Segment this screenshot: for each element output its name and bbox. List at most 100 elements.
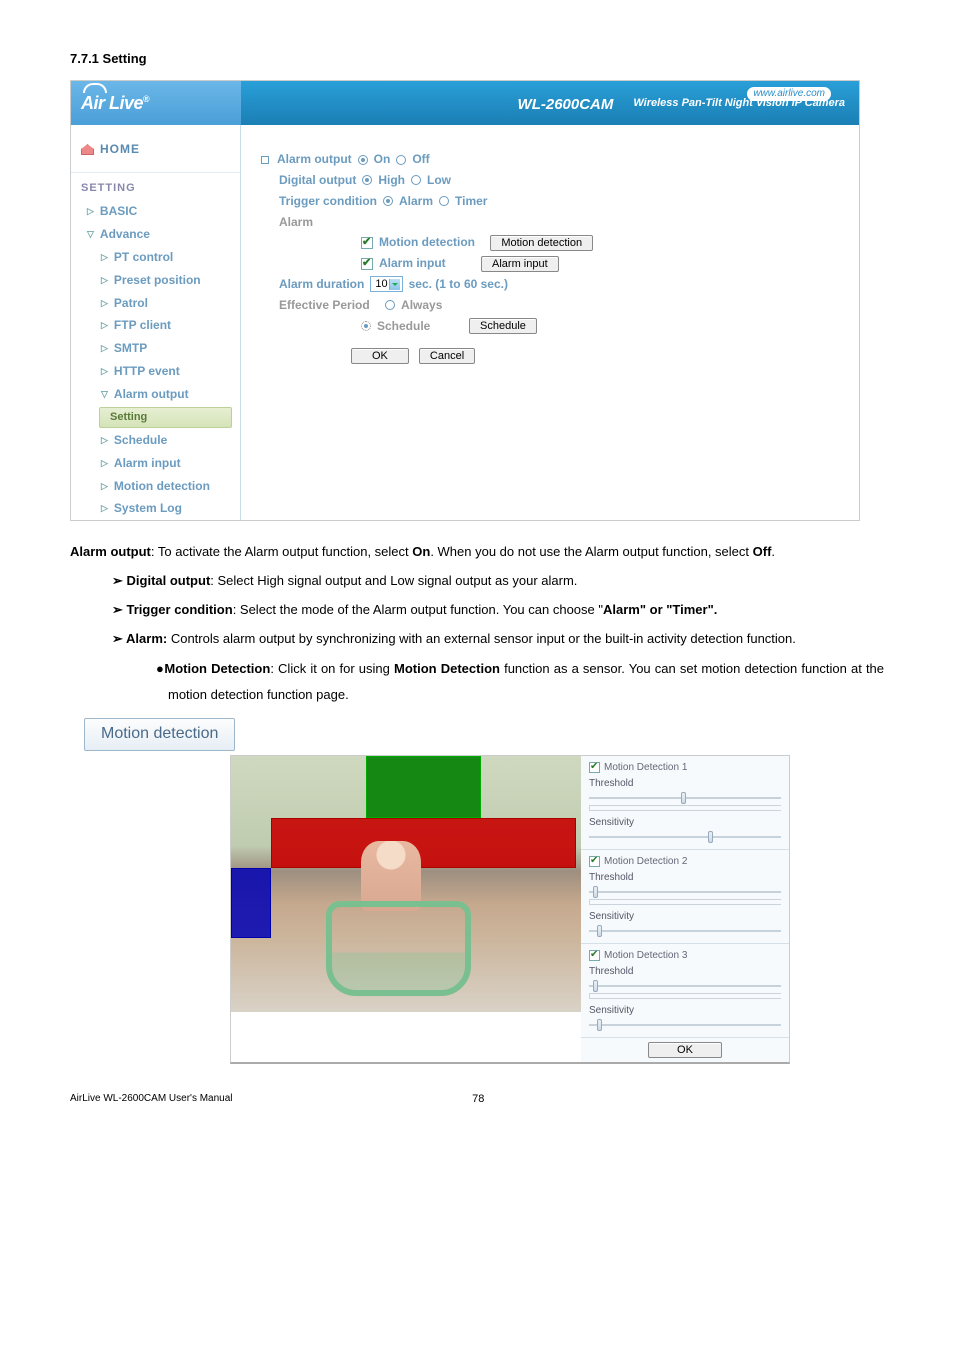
off-label: Off bbox=[412, 151, 429, 168]
sensitivity-slider-2[interactable] bbox=[589, 926, 781, 936]
sidebar-item-ftp-client[interactable]: ▷ FTP client bbox=[71, 314, 240, 337]
sidebar-item-label: Alarm output bbox=[114, 386, 189, 403]
schedule-button[interactable]: Schedule bbox=[469, 318, 537, 334]
sensitivity-slider-3[interactable] bbox=[589, 1020, 781, 1030]
low-label: Low bbox=[427, 172, 451, 189]
sidebar-item-alarm-input[interactable]: ▷Alarm input bbox=[71, 452, 240, 475]
high-label: High bbox=[378, 172, 405, 189]
threshold-slider-3[interactable] bbox=[589, 981, 781, 991]
sidebar-item-setting[interactable]: Setting bbox=[99, 407, 232, 428]
chevron-down-icon: ▽ bbox=[87, 228, 94, 241]
sidebar-item-label: Alarm input bbox=[114, 455, 181, 472]
page-footer: AirLive WL-2600CAM User's Manual 78 bbox=[70, 1092, 884, 1107]
button-row: OK Cancel bbox=[351, 348, 839, 364]
md-block-2: Motion Detection 2ThresholdSensitivity bbox=[581, 850, 789, 944]
sidebar-item-schedule[interactable]: ▷Schedule bbox=[71, 429, 240, 452]
radio-timer[interactable] bbox=[439, 196, 449, 206]
arrow-icon: ➢ bbox=[112, 631, 126, 646]
radio-on[interactable] bbox=[358, 155, 368, 165]
threshold-bar-1 bbox=[589, 805, 781, 815]
alarm-input-button[interactable]: Alarm input bbox=[481, 256, 559, 272]
t-p1d: . When you do not use the Alarm output f… bbox=[430, 544, 752, 559]
ok-button[interactable]: OK bbox=[351, 348, 409, 364]
chevron-right-icon: ▷ bbox=[101, 297, 108, 310]
sensitivity-label: Sensitivity bbox=[589, 1004, 781, 1018]
t-p1b: : To activate the Alarm output function,… bbox=[151, 544, 412, 559]
alarm-duration-select[interactable]: 10 bbox=[370, 276, 402, 292]
md-checkbox-2[interactable] bbox=[589, 856, 600, 867]
md-ok-row: OK bbox=[581, 1038, 789, 1062]
checkbox-alarm-input[interactable] bbox=[361, 258, 373, 270]
sensitivity-label: Sensitivity bbox=[589, 816, 781, 830]
radio-low[interactable] bbox=[411, 175, 421, 185]
md-ok-button[interactable]: OK bbox=[648, 1042, 722, 1058]
t-off: Off bbox=[753, 544, 772, 559]
threshold-bar-2 bbox=[589, 899, 781, 909]
admin-panel: Air Live® www.airlive.com WL-2600CAM Wir… bbox=[70, 80, 860, 521]
t-p1f: . bbox=[771, 544, 775, 559]
sidebar-item-patrol[interactable]: ▷Patrol bbox=[71, 292, 240, 315]
chevron-right-icon: ▷ bbox=[101, 251, 108, 264]
zone-3-blue[interactable] bbox=[231, 868, 271, 938]
t-trigger: Trigger condition bbox=[127, 602, 233, 617]
md-checkbox-3[interactable] bbox=[589, 950, 600, 961]
motion-detection-label: Motion detection bbox=[379, 234, 475, 251]
sidebar-item-preset-position[interactable]: ▷ Preset position bbox=[71, 269, 240, 292]
content-area: Alarm output On Off Digital output High … bbox=[241, 125, 859, 520]
motion-detection-button[interactable]: Motion detection bbox=[490, 235, 593, 251]
t-on: On bbox=[412, 544, 430, 559]
sidebar-item-basic[interactable]: ▷ BASIC bbox=[71, 200, 240, 223]
t-digital-output: Digital output bbox=[127, 573, 211, 588]
sidebar-home-label: HOME bbox=[100, 141, 140, 158]
threshold-slider-1[interactable] bbox=[589, 793, 781, 803]
walker-figure bbox=[326, 901, 471, 996]
sidebar-home[interactable]: HOME bbox=[71, 135, 240, 173]
alarm-duration-label: Alarm duration bbox=[279, 276, 364, 293]
checkbox-motion-detection[interactable] bbox=[361, 237, 373, 249]
alarm-duration-unit: sec. (1 to 60 sec.) bbox=[409, 276, 508, 293]
body-text: Alarm output: To activate the Alarm outp… bbox=[70, 539, 884, 708]
sidebar-item-system-log[interactable]: ▷System Log bbox=[71, 497, 240, 520]
threshold-slider-2[interactable] bbox=[589, 887, 781, 897]
motion-detection-bigbutton[interactable]: Motion detection bbox=[84, 718, 235, 750]
domain-badge: www.airlive.com bbox=[747, 87, 831, 101]
zone-1-green[interactable] bbox=[366, 756, 481, 818]
logo-area: Air Live® bbox=[71, 81, 241, 125]
row-alarm-input: Alarm input Alarm input bbox=[361, 255, 839, 272]
sensitivity-slider-1[interactable] bbox=[589, 832, 781, 842]
bullet-motion-detection: ●Motion Detection: Click it on for using… bbox=[70, 656, 884, 708]
sidebar-item-motion-detection[interactable]: ▷Motion detection bbox=[71, 475, 240, 498]
radio-high[interactable] bbox=[362, 175, 372, 185]
md-title: Motion Detection 2 bbox=[604, 855, 687, 869]
md-title: Motion Detection 1 bbox=[604, 761, 687, 775]
sidebar-item-advance[interactable]: ▽Advance bbox=[71, 223, 240, 246]
digital-output-label: Digital output bbox=[279, 172, 356, 189]
chevron-right-icon: ▷ bbox=[101, 274, 108, 287]
md-checkbox-1[interactable] bbox=[589, 762, 600, 773]
radio-off[interactable] bbox=[396, 155, 406, 165]
alarm-subheader: Alarm bbox=[279, 214, 839, 231]
radio-always[interactable] bbox=[385, 300, 395, 310]
sidebar-item-label: FTP client bbox=[114, 317, 171, 334]
sidebar-item-http-event[interactable]: ▷HTTP event bbox=[71, 360, 240, 383]
sidebar-item-alarm-output[interactable]: ▽Alarm output bbox=[71, 383, 240, 406]
sidebar-item-smtp[interactable]: ▷SMTP bbox=[71, 337, 240, 360]
motion-side-panel: Motion Detection 1ThresholdSensitivityMo… bbox=[581, 756, 789, 1062]
brand-logo: Air Live® bbox=[81, 91, 149, 116]
video-preview bbox=[231, 756, 581, 1012]
bullet-trigger-condition: ➢ Trigger condition: Select the mode of … bbox=[70, 597, 884, 623]
row-schedule: Schedule Schedule bbox=[361, 318, 839, 335]
on-label: On bbox=[374, 151, 391, 168]
chevron-right-icon: ▷ bbox=[101, 480, 108, 493]
cancel-button[interactable]: Cancel bbox=[419, 348, 475, 364]
radio-schedule[interactable] bbox=[361, 321, 371, 331]
chevron-right-icon: ▷ bbox=[101, 319, 108, 332]
radio-alarm[interactable] bbox=[383, 196, 393, 206]
sidebar-item-label: Preset position bbox=[114, 272, 201, 289]
sidebar-item-label: SMTP bbox=[114, 340, 147, 357]
sidebar-item-label: BASIC bbox=[100, 203, 137, 220]
chevron-right-icon: ▷ bbox=[87, 205, 94, 218]
alarm-input-label: Alarm input bbox=[379, 255, 446, 272]
zone-2-red[interactable] bbox=[271, 818, 576, 868]
sidebar-item-pt-control[interactable]: ▷PT control bbox=[71, 246, 240, 269]
